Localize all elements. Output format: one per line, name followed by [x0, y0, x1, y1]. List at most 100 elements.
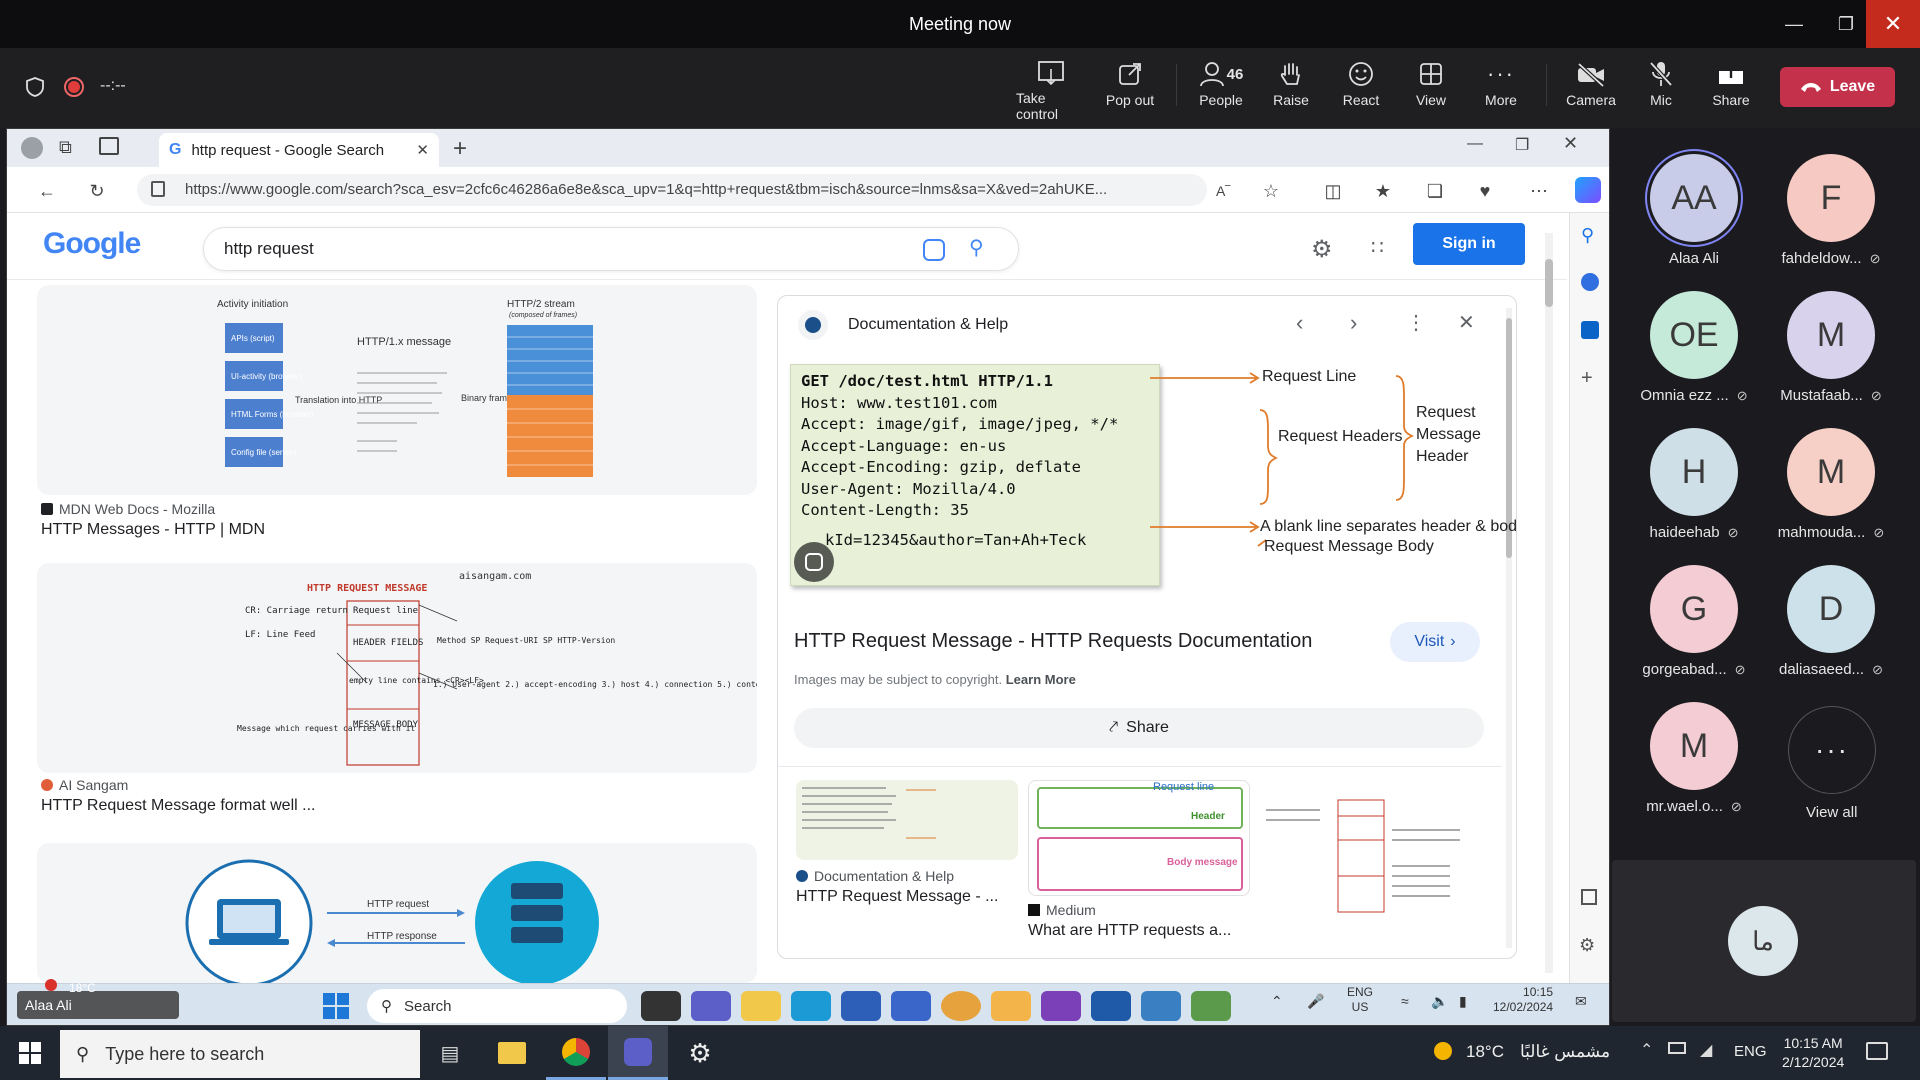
related-source[interactable]: Documentation & Help — [814, 868, 954, 884]
panel-image-title[interactable]: HTTP Request Message - HTTP Requests Doc… — [794, 630, 1312, 653]
lock-icon[interactable] — [151, 181, 165, 197]
mic-button[interactable]: Mic — [1626, 58, 1696, 122]
participant-tile[interactable]: Ddaliasaeed... ⊘ — [1771, 565, 1891, 695]
panel-close-icon[interactable]: ✕ — [1458, 310, 1475, 335]
windows-start-icon[interactable] — [323, 993, 349, 1019]
related-title[interactable]: What are HTTP requests a... — [1028, 922, 1231, 940]
file-explorer-icon[interactable] — [482, 1026, 542, 1080]
favorites-icon[interactable]: ★ — [1369, 177, 1397, 205]
sign-in-button[interactable]: Sign in — [1413, 223, 1525, 265]
pop-out-button[interactable]: Pop out — [1095, 58, 1165, 122]
result-title[interactable]: HTTP Messages - HTTP | MDN — [41, 521, 265, 539]
taskbar-search-box[interactable]: ⚲ Type here to search — [60, 1030, 420, 1078]
browser-essentials-icon[interactable]: ♥ — [1471, 177, 1499, 205]
related-source[interactable]: Medium — [1046, 902, 1096, 918]
teams-icon[interactable] — [608, 1026, 668, 1080]
inner-language[interactable]: ENG US — [1347, 985, 1373, 1015]
prev-image-icon[interactable]: ‹ — [1296, 310, 1303, 336]
search-icon[interactable]: ⚲ — [969, 235, 984, 260]
tray-up-icon[interactable]: ⌃ — [1640, 1040, 1653, 1060]
page-scrollbar[interactable] — [1545, 233, 1553, 973]
split-screen-icon[interactable]: ◫ — [1319, 177, 1347, 205]
workspaces-icon[interactable]: ⧉ — [59, 137, 72, 158]
settings-icon[interactable]: ⚙ — [670, 1026, 730, 1080]
result-source[interactable]: AI Sangam — [59, 777, 128, 793]
chrome-icon[interactable] — [546, 1026, 606, 1080]
share-image-button[interactable]: ⤤ Share — [794, 708, 1484, 748]
participant-tile[interactable]: Mmr.wael.o... ⊘ — [1634, 702, 1754, 832]
profile-icon[interactable] — [21, 137, 43, 159]
view-button[interactable]: View — [1396, 58, 1466, 122]
inner-clock[interactable]: 10:15 12/02/2024 — [1493, 985, 1553, 1015]
task-view-icon[interactable]: ▤ — [420, 1026, 480, 1080]
action-center-icon[interactable] — [1866, 1042, 1888, 1060]
start-button[interactable] — [0, 1026, 60, 1080]
participant-tile[interactable]: Hhaideehab ⊘ — [1634, 428, 1754, 558]
result-title[interactable]: HTTP Request Message format well ... — [41, 797, 315, 815]
result-source[interactable]: MDN Web Docs - Mozilla — [59, 501, 215, 517]
apps-grid-icon[interactable]: ∷ — [1371, 235, 1384, 260]
minimize-icon[interactable]: — — [1766, 0, 1822, 48]
take-control-button[interactable]: Take control — [1016, 58, 1086, 122]
weather-temp[interactable]: 18°C — [1466, 1042, 1504, 1062]
related-title[interactable]: HTTP Request Message - ... — [796, 888, 998, 906]
result-image-client-server[interactable]: HTTP request HTTP response — [37, 843, 757, 983]
language-indicator[interactable]: ENG — [1734, 1043, 1767, 1060]
participant-tile[interactable]: Ggorgeabad... ⊘ — [1634, 565, 1754, 695]
lens-camera-icon[interactable] — [923, 239, 945, 261]
refresh-icon[interactable]: ↻ — [83, 177, 111, 205]
close-icon[interactable]: ✕ — [1866, 0, 1920, 48]
related-thumb-1[interactable] — [796, 780, 1018, 860]
app-icon[interactable] — [1091, 991, 1131, 1021]
search-input[interactable]: http request — [203, 227, 1019, 271]
participant-tile[interactable]: M Mustafaab... ⊘ — [1771, 291, 1891, 421]
related-thumb-2[interactable]: Request line Header Body message — [1028, 780, 1250, 896]
shield-icon[interactable] — [24, 76, 46, 103]
camera-button[interactable]: Camera — [1556, 58, 1626, 122]
network-icon[interactable]: ◢ — [1700, 1040, 1712, 1060]
lens-search-image-icon[interactable] — [794, 542, 834, 582]
tab-close-icon[interactable]: ✕ — [416, 141, 429, 159]
visual-studio-app[interactable] — [1041, 991, 1081, 1021]
result-image-request-format[interactable]: aisangam.com HTTP REQUEST MESSAGE CR: Ca… — [37, 563, 757, 773]
notification-icon[interactable]: ✉ — [1575, 993, 1587, 1010]
learn-more-link[interactable]: Learn More — [1006, 672, 1076, 687]
sidebar-settings-icon[interactable]: ⚙ — [1579, 935, 1595, 956]
new-tab-icon[interactable]: + — [453, 135, 467, 163]
sidebar-toggle-icon[interactable] — [1581, 889, 1597, 905]
weather-text[interactable]: مشمس غالبًا — [1520, 1042, 1610, 1062]
tab-google-search[interactable]: G http request - Google Search ✕ — [159, 133, 439, 167]
share-button[interactable]: Share — [1696, 58, 1766, 122]
tray-chevron-icon[interactable]: ⌃ — [1271, 993, 1283, 1010]
teams-app[interactable] — [691, 991, 731, 1021]
favorite-star-icon[interactable]: ☆ — [1257, 177, 1285, 205]
more-button[interactable]: ··· More — [1466, 58, 1536, 122]
participant-tile[interactable]: AA Alaa Ali — [1634, 154, 1754, 284]
battery-icon[interactable] — [1668, 1042, 1686, 1054]
sidebar-add-icon[interactable]: + — [1581, 367, 1593, 390]
sticky-app[interactable] — [991, 991, 1031, 1021]
task-view-app[interactable] — [641, 991, 681, 1021]
clock[interactable]: 10:15 AM 2/12/2024 — [1782, 1034, 1844, 1072]
tray-mic-icon[interactable]: 🎤 — [1307, 993, 1324, 1010]
store-app[interactable] — [841, 991, 881, 1021]
tray-wifi-icon[interactable]: ≈ — [1401, 993, 1409, 1009]
read-aloud-icon[interactable]: A‾ — [1209, 177, 1237, 205]
visit-button[interactable]: Visit › — [1390, 622, 1480, 662]
panel-more-icon[interactable]: ⋮ — [1406, 310, 1426, 335]
sidebar-tools-icon[interactable] — [1581, 273, 1599, 291]
collections-icon[interactable]: ❏ — [1421, 177, 1449, 205]
leave-button[interactable]: Leave — [1780, 67, 1895, 107]
url-bar[interactable]: https://www.google.com/search?sca_esv=2c… — [137, 174, 1207, 206]
raise-button[interactable]: Raise — [1256, 58, 1326, 122]
view-all-icon[interactable]: ··· — [1788, 706, 1876, 794]
browser-menu-icon[interactable]: ⋯ — [1525, 177, 1553, 205]
react-button[interactable]: React — [1326, 58, 1396, 122]
teams-new-app[interactable] — [891, 991, 931, 1021]
outlook-icon[interactable] — [1581, 321, 1599, 339]
next-image-icon[interactable]: › — [1350, 310, 1357, 336]
people-button[interactable]: 46 People — [1186, 58, 1256, 122]
app-icon[interactable] — [1141, 991, 1181, 1021]
related-thumb-3[interactable] — [1260, 780, 1482, 928]
panel-site-name[interactable]: Documentation & Help — [848, 316, 1008, 334]
